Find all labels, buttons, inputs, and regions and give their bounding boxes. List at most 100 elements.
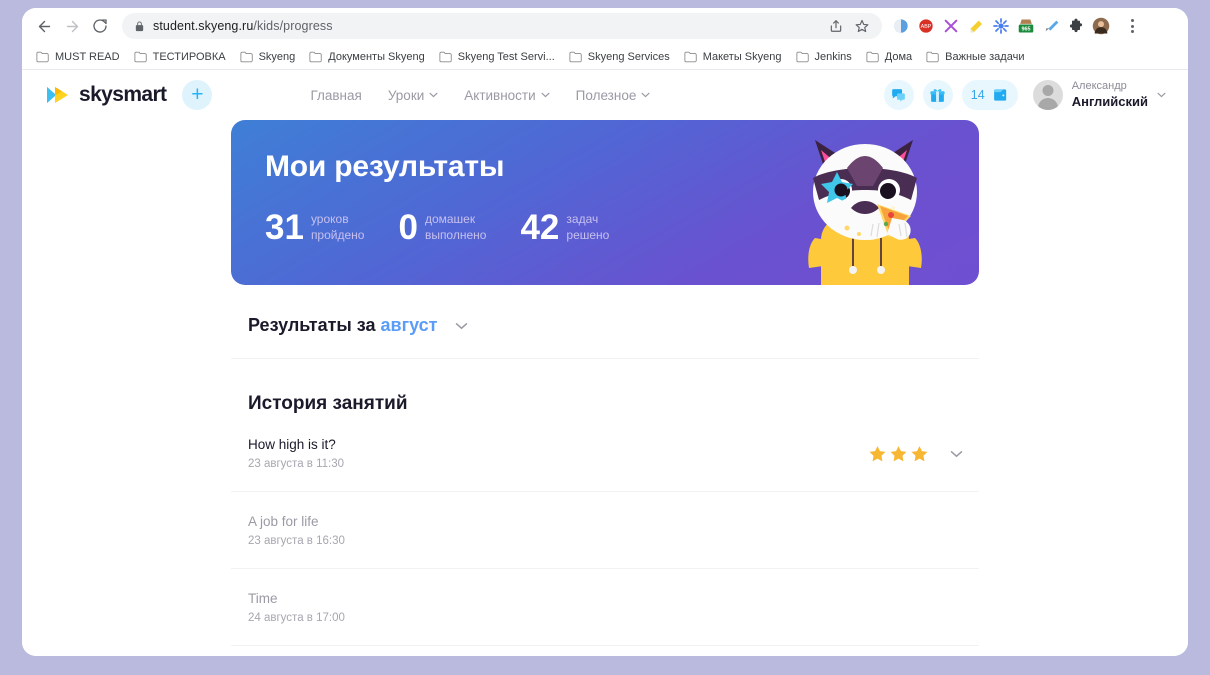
stat-label-line2: пройдено <box>310 227 365 242</box>
bookmark-item[interactable]: MUST READ <box>36 51 120 63</box>
stat-homework: 0 домашек выполнено <box>398 210 486 245</box>
kebab-menu-icon[interactable] <box>1121 19 1143 33</box>
extension-icon-dropper[interactable] <box>1042 17 1060 35</box>
bookmark-label: Макеты Skyeng <box>702 50 782 63</box>
results-month: август <box>380 315 438 335</box>
add-button[interactable]: + <box>182 80 213 110</box>
extension-icon-lens[interactable] <box>892 17 910 35</box>
main-navigation: Главная Уроки Активности Полезное <box>310 88 650 103</box>
folder-icon <box>684 51 697 62</box>
star-icon <box>890 446 907 462</box>
folder-icon <box>866 51 879 62</box>
lesson-name: How high is it? <box>248 437 336 452</box>
lesson-info: A job for life 23 августа в 16:30 <box>248 514 345 547</box>
nav-item-uroki[interactable]: Уроки <box>388 88 438 103</box>
extension-icon-x[interactable] <box>942 17 960 35</box>
wallet-button[interactable]: 14 <box>961 80 1018 110</box>
share-icon[interactable] <box>824 14 848 38</box>
chevron-down-icon[interactable] <box>950 450 963 458</box>
profile-text: Александр Английский <box>1072 80 1148 110</box>
browser-toolbar: student.skyeng.ru/kids/progress ABP 965 <box>22 8 1188 44</box>
results-hero-banner: Мои результаты 31 уроков пройдено 0 дома… <box>231 120 979 285</box>
chevron-down-icon[interactable] <box>455 322 468 330</box>
stat-value: 31 <box>265 208 304 247</box>
site-header: skysmart + Главная Уроки Активности Поле… <box>22 70 1188 120</box>
nav-item-poleznoe[interactable]: Полезное <box>576 88 651 103</box>
bookmark-item[interactable]: Jenkins <box>795 50 852 63</box>
bookmark-label: Skyeng Test Servi... <box>457 50 555 63</box>
star-icon <box>869 446 886 462</box>
stat-label-line2: решено <box>566 227 610 242</box>
bookmark-item[interactable]: Макеты Skyeng <box>684 51 782 63</box>
logo-area: skysmart + <box>46 80 213 110</box>
avatar <box>1032 80 1063 110</box>
profile-menu[interactable]: Александр Английский <box>1032 80 1166 110</box>
content-column: Мои результаты 31 уроков пройдено 0 дома… <box>231 120 979 646</box>
lesson-date: 23 августа в 16:30 <box>248 535 345 547</box>
lesson-info: Time 24 августа в 17:00 <box>248 591 345 624</box>
url-path: /kids/progress <box>253 19 333 33</box>
bookmark-item[interactable]: ТЕСТИРОВКА <box>134 51 226 63</box>
extension-icon-asterisk[interactable] <box>992 17 1010 35</box>
folder-icon <box>240 51 253 62</box>
skysmart-logo[interactable]: skysmart <box>46 83 167 107</box>
reload-button[interactable] <box>86 12 114 40</box>
folder-icon <box>926 51 939 62</box>
bookmark-label: Документы Skyeng <box>328 50 425 63</box>
logo-text: skysmart <box>79 83 167 106</box>
extension-icon-adblock[interactable]: ABP <box>917 17 935 35</box>
stat-label-line1: задач <box>566 211 599 226</box>
nav-item-glavnaya[interactable]: Главная <box>310 88 361 103</box>
lesson-date: 24 августа в 17:00 <box>248 612 345 624</box>
profile-name: Александр <box>1071 80 1127 92</box>
nav-label: Уроки <box>387 87 425 103</box>
chevron-down-icon <box>429 92 438 98</box>
stat-lessons: 31 уроков пройдено <box>265 210 364 245</box>
stat-label: задач решено <box>566 212 609 243</box>
lesson-row[interactable]: Time 24 августа в 17:00 <box>231 569 979 646</box>
extension-icon-avatar[interactable] <box>1092 17 1110 35</box>
extensions-area: ABP 965 <box>892 17 1143 35</box>
wallet-icon <box>993 89 1006 101</box>
header-right-actions: 14 Александр Английский <box>883 80 1166 110</box>
bookmark-label: Skyeng <box>258 50 296 63</box>
bookmark-item[interactable]: Skyeng Test Servi... <box>439 51 555 63</box>
bookmark-label: Skyeng Services <box>587 50 670 63</box>
stat-label-line1: домашек <box>424 211 476 226</box>
bookmark-label: Дома <box>884 50 913 63</box>
chat-bubble-icon <box>892 88 906 102</box>
bookmark-item[interactable]: Важные задачи <box>926 51 1024 63</box>
bookmark-label: Jenkins <box>814 50 852 63</box>
nav-item-aktivnosti[interactable]: Активности <box>464 88 550 103</box>
extension-icon-puzzle[interactable] <box>1067 17 1085 35</box>
bookmark-item[interactable]: Skyeng <box>240 50 296 63</box>
folder-icon <box>795 51 809 62</box>
bookmark-star-icon[interactable] <box>850 14 874 38</box>
chevron-down-icon <box>541 92 550 98</box>
chat-button[interactable] <box>883 80 914 110</box>
bookmark-item[interactable]: Документы Skyeng <box>309 50 425 63</box>
gift-button[interactable] <box>922 80 953 110</box>
results-title: Результаты за август <box>248 315 437 336</box>
back-button[interactable] <box>30 12 58 40</box>
lesson-name: Time <box>248 591 278 606</box>
results-prefix: Результаты за <box>248 315 376 335</box>
extension-icon-highlighter[interactable] <box>967 17 985 35</box>
gift-box-icon <box>930 88 945 102</box>
folder-icon <box>134 51 147 62</box>
lesson-row[interactable]: How high is it? 23 августа в 11:30 <box>231 415 979 492</box>
url-text: student.skyeng.ru/kids/progress <box>153 19 333 33</box>
forward-button[interactable] <box>58 12 86 40</box>
address-bar[interactable]: student.skyeng.ru/kids/progress <box>122 13 882 39</box>
stat-label-line1: уроков <box>310 211 349 226</box>
lock-icon <box>134 20 145 32</box>
bookmark-item[interactable]: Skyeng Services <box>569 51 670 63</box>
lesson-row[interactable]: A job for life 23 августа в 16:30 <box>231 492 979 569</box>
history-title: История занятий <box>248 393 408 414</box>
omnibox-actions <box>824 14 874 38</box>
bookmark-item[interactable]: Дома <box>866 51 912 63</box>
extension-icon-counter[interactable]: 965 <box>1017 17 1035 35</box>
stat-label: домашек выполнено <box>425 212 487 243</box>
results-filter-row[interactable]: Результаты за август <box>231 285 979 359</box>
bookmark-label: Важные задачи <box>945 50 1025 63</box>
